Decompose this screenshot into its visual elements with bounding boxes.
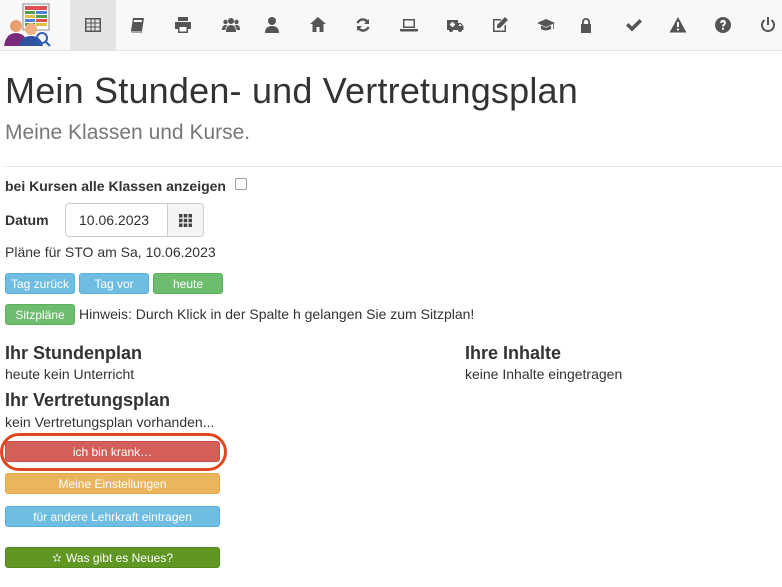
check-icon	[626, 19, 642, 32]
app-logo-icon[interactable]	[2, 2, 52, 48]
nav-print[interactable]	[160, 0, 206, 50]
next-day-button[interactable]: Tag vor	[79, 273, 149, 294]
nav-timetable[interactable]	[70, 0, 116, 50]
graduation-cap-icon	[537, 19, 555, 31]
date-picker-button[interactable]	[167, 203, 204, 237]
whats-new-button[interactable]: ✫ Was gibt es Neues?	[5, 547, 220, 568]
seating-plans-button[interactable]: Sitzpläne	[5, 304, 75, 325]
laptop-icon	[400, 19, 418, 32]
show-all-classes-label: bei Kursen alle Klassen anzeigen	[5, 178, 226, 194]
contents-title: Ihre Inhalte	[465, 343, 562, 363]
nav-ambulance[interactable]	[432, 0, 478, 50]
nav-warning[interactable]	[655, 0, 701, 50]
page-subtitle: Meine Klassen und Kurse.	[5, 121, 251, 144]
nav-book[interactable]	[115, 0, 161, 50]
prev-day-button[interactable]: Tag zurück	[5, 273, 75, 294]
star-icon: ✫	[51, 550, 63, 565]
today-button[interactable]: heute	[153, 273, 223, 294]
date-label: Datum	[5, 212, 49, 228]
users-icon	[222, 18, 240, 32]
other-teacher-button[interactable]: für andere Lehrkraft eintragen	[5, 506, 220, 527]
refresh-icon	[356, 18, 370, 32]
calendar-grid-icon	[179, 213, 192, 227]
power-icon	[761, 17, 775, 33]
show-all-classes-checkbox[interactable]	[235, 178, 247, 190]
user-icon	[265, 17, 279, 33]
timetable-title: Ihr Stundenplan	[5, 343, 142, 363]
print-icon	[175, 17, 191, 33]
my-settings-button[interactable]: Meine Einstellungen	[5, 473, 220, 494]
page-title: Mein Stunden- und Vertretungsplan	[5, 70, 578, 111]
nav-laptop[interactable]	[386, 0, 432, 50]
home-icon	[310, 17, 326, 32]
help-icon	[715, 17, 731, 33]
nav-help[interactable]	[700, 0, 746, 50]
nav-refresh[interactable]	[340, 0, 386, 50]
nav-home[interactable]	[295, 0, 341, 50]
nav-users[interactable]	[208, 0, 254, 50]
header-divider	[5, 166, 782, 167]
ambulance-icon	[447, 20, 464, 32]
contents-text: keine Inhalte eingetragen	[465, 366, 623, 382]
substitution-title: Ihr Vertretungsplan	[5, 390, 171, 410]
lock-icon	[581, 18, 591, 33]
date-input[interactable]: 10.06.2023	[65, 203, 168, 237]
nav-check[interactable]	[611, 0, 657, 50]
nav-user[interactable]	[249, 0, 295, 50]
table-icon	[85, 18, 101, 32]
sick-report-button[interactable]: ich bin krank…	[5, 441, 220, 462]
warning-icon	[669, 17, 687, 33]
seating-hint-text: Hinweis: Durch Klick in der Spalte h gel…	[79, 306, 475, 322]
edit-icon	[493, 17, 508, 32]
plans-info-text: Pläne für STO am Sa, 10.06.2023	[5, 244, 216, 260]
nav-logout[interactable]	[745, 0, 782, 50]
top-navbar	[0, 0, 782, 51]
nav-edit[interactable]	[477, 0, 523, 50]
timetable-text: heute kein Unterricht	[5, 366, 135, 382]
whats-new-label: Was gibt es Neues?	[66, 550, 173, 565]
book-icon	[131, 18, 144, 33]
substitution-text: kein Vertretungsplan vorhanden...	[5, 414, 215, 430]
nav-lock[interactable]	[563, 0, 609, 50]
